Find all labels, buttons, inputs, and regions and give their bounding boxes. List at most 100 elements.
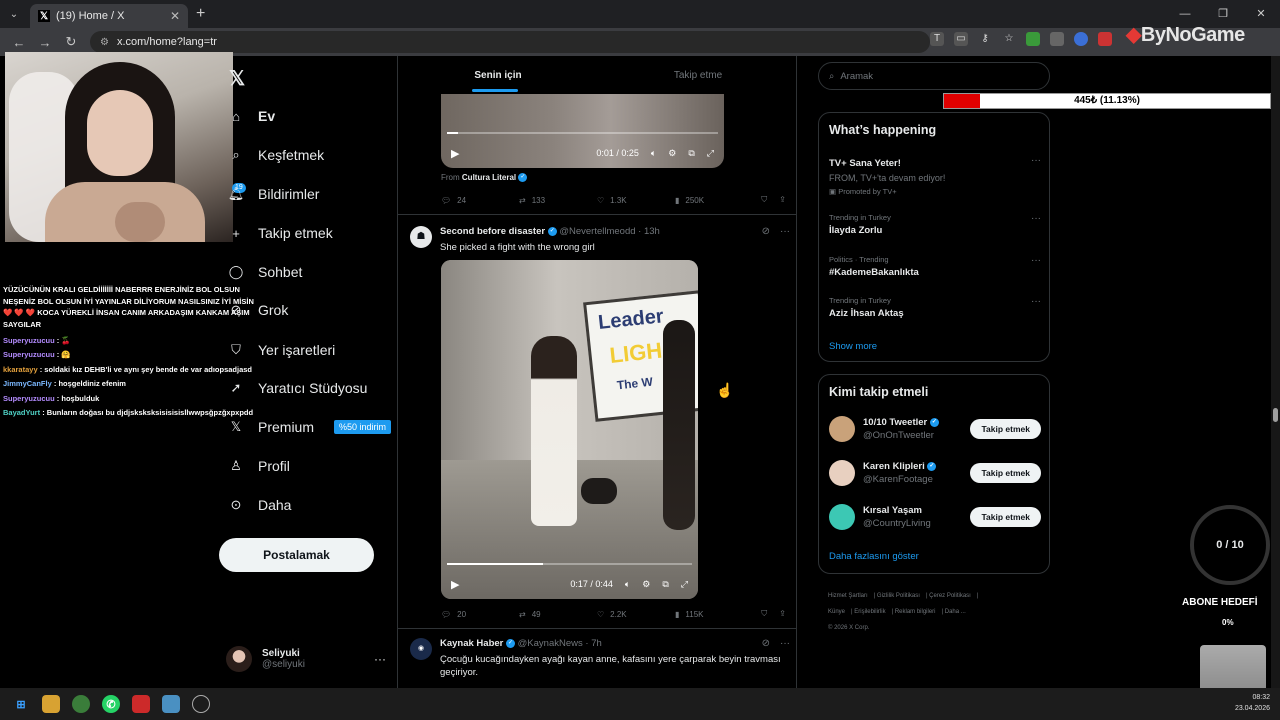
nav-more[interactable]: ⊙ Daha [228,493,292,517]
avatar[interactable] [829,504,855,530]
show-more-link[interactable]: Daha fazlasını göster [829,551,919,562]
timeline[interactable]: ▶ 0:01 / 0:25 🔈︎ ⚙ ⧉ ⤢ Senin için Takip … [397,56,797,688]
whatsapp-icon[interactable]: ✆ [102,695,120,713]
avatar[interactable] [829,460,855,486]
nav-chat[interactable]: ◯ Sohbet [228,260,303,284]
extension-red-icon[interactable] [1098,32,1112,46]
more-options-icon[interactable]: ··· [780,226,790,237]
photos-icon[interactable] [162,695,180,713]
nav-home[interactable]: ⌂ Ev [228,104,275,128]
file-explorer-icon[interactable] [42,695,60,713]
footer-link[interactable]: Daha ... [945,609,966,615]
tab-following[interactable]: Takip etme [598,56,796,94]
follow-suggestion[interactable]: Kırsal Yaşam @CountryLiving Takip etmek [829,501,1041,533]
tab-search-icon[interactable]: ⌄ [0,0,28,28]
repost-button[interactable]: ⇄ 133 [519,196,597,205]
more-options-icon[interactable]: ··· [1031,155,1041,166]
app-icon[interactable] [132,695,150,713]
x-logo-icon[interactable]: 𝕏 [229,66,245,91]
nav-grok[interactable]: ⊘ Grok [228,298,289,322]
translate-icon[interactable]: T [930,32,944,46]
footer-link[interactable]: Hizmet Şartları [828,593,868,599]
reply-button[interactable]: 💬︎ 20 [441,610,519,619]
tweet-time[interactable]: 7h [591,638,602,649]
address-bar[interactable]: ⚙ x.com/home?lang=tr [90,31,930,53]
settings-icon[interactable]: ⚙ [642,579,650,590]
views-button[interactable]: ▮ 250K [675,196,753,205]
site-info-icon[interactable]: ⚙ [100,37,109,48]
tab-for-you[interactable]: Senin için [398,56,598,94]
star-icon[interactable]: ☆ [1002,32,1016,46]
windows-start-icon[interactable]: ⊞ [12,695,30,713]
new-tab-icon[interactable]: + [196,5,205,23]
avatar[interactable] [829,416,855,442]
browser-tab[interactable]: 𝕏 (19) Home / X ✕ [30,4,188,28]
video-player[interactable]: Leader LIGH The W ▶ 0:17 / 0:44 🔈︎ ⚙ ⧉ ⤢ [441,260,698,599]
tweet-author[interactable]: Second before disaster [440,226,545,237]
tweet[interactable]: ◉ Kaynak Haber ✓ @KaynakNews · 7h Çocuğu… [410,638,790,679]
follow-suggestion[interactable]: 10/10 Tweetler ✓ @OnOnTweetler Takip etm… [829,413,1041,445]
trend-item[interactable]: Trending in Turkey Aziz İhsan Aktaş ··· [829,296,1041,319]
footer-link[interactable]: Reklam bilgileri [895,609,936,615]
chrome-icon[interactable] [72,695,90,713]
account-switcher[interactable]: Seliyuki @seliyuki ··· [226,643,386,675]
nav-bookmarks[interactable]: ⛉ Yer işaretleri [228,338,335,362]
system-clock[interactable]: 08:32 23.04.2026 [1235,692,1270,714]
grok-explain-icon[interactable]: ⊘ [762,638,770,649]
show-more-link[interactable]: Show more [829,341,877,352]
extension-blue-icon[interactable] [1074,32,1088,46]
nav-premium[interactable]: 𝕏 Premium %50 indirim [228,415,392,439]
volume-icon[interactable]: 🔈︎ [625,579,630,590]
share-icon[interactable]: ⇪ [779,195,786,205]
more-options-icon[interactable]: ··· [1031,213,1041,224]
video-progress[interactable] [447,132,718,134]
reply-button[interactable]: 💬︎ 24 [441,196,519,205]
promoted-trend[interactable]: TV+ Sana Yeter! FROM, TV+'ta devam ediyo… [829,155,1041,196]
play-icon[interactable]: ▶ [451,578,459,591]
play-icon[interactable]: ▶ [451,147,459,160]
tweet-handle[interactable]: @Nevertellmeodd [559,226,635,237]
follow-suggestion[interactable]: Karen Klipleri ✓ @KarenFootage Takip etm… [829,457,1041,489]
tweet-author[interactable]: Kaynak Haber [440,638,503,649]
source-link[interactable]: Cultura Literal [462,173,516,182]
views-button[interactable]: ▮ 115K [675,610,753,619]
fullscreen-icon[interactable]: ⤢ [707,148,714,159]
like-button[interactable]: ♡ 2.2K [597,610,675,619]
more-options-icon[interactable]: ··· [780,638,790,649]
key-icon[interactable]: ⚷ [978,32,992,46]
post-button[interactable]: Postalamak [219,538,374,572]
footer-link[interactable]: Erişilebilirlik [854,609,885,615]
footer-link[interactable]: Künye [828,609,845,615]
forward-icon[interactable]: → [32,35,58,50]
grok-explain-icon[interactable]: ⊘ [762,226,770,237]
fullscreen-icon[interactable]: ⤢ [681,579,688,590]
close-tab-icon[interactable]: ✕ [170,9,180,23]
bookmark-icon[interactable]: ⛉ [761,609,767,619]
extension-grey-icon[interactable] [1050,32,1064,46]
volume-icon[interactable]: 🔈︎ [651,148,656,159]
video-progress[interactable] [447,563,692,565]
trend-item[interactable]: Politics · Trending #KademeBakanlıkta ··… [829,255,1041,278]
settings-icon[interactable]: ⚙ [668,148,676,159]
nav-notifications[interactable]: 🔔︎ Bildirimler [228,182,320,206]
search-input[interactable]: ⌕ Aramak [818,62,1050,90]
follow-button[interactable]: Takip etmek [970,419,1041,439]
extension-green-icon[interactable] [1026,32,1040,46]
repost-button[interactable]: ⇄ 49 [519,610,597,619]
cast-icon[interactable]: ▭ [954,32,968,46]
tweet-time[interactable]: 13h [644,226,660,237]
tweet-handle[interactable]: @KaynakNews [518,638,583,649]
footer-link[interactable]: Çerez Politikası [929,593,971,599]
bookmark-icon[interactable]: ⛉ [761,195,767,205]
nav-creator-studio[interactable]: ➚ Yaratıcı Stüdyosu [228,376,368,400]
follow-button[interactable]: Takip etmek [970,507,1041,527]
nav-profile[interactable]: ♙ Profil [228,454,290,478]
footer-link[interactable]: Gizlilik Politikası [877,593,920,599]
tweet[interactable]: ☗ Second before disaster ✓ @Nevertellmeo… [410,226,790,254]
pip-icon[interactable]: ⧉ [662,579,668,590]
more-options-icon[interactable]: ··· [374,652,386,666]
obs-icon[interactable] [192,695,210,713]
avatar[interactable]: ◉ [410,638,432,660]
reload-icon[interactable]: ↻ [58,34,84,50]
back-icon[interactable]: ← [6,35,32,50]
